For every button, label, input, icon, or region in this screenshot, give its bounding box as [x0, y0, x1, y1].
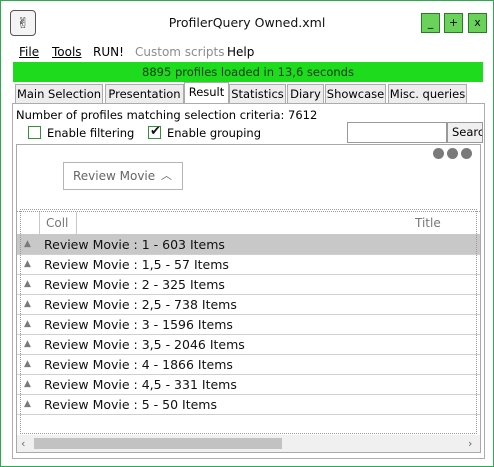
collapse-triangle-icon[interactable]: ▲	[24, 259, 31, 269]
scrollbar-thumb[interactable]	[34, 438, 282, 449]
collapse-triangle-icon[interactable]: ▲	[24, 319, 31, 329]
group-row[interactable]: ▲ Review Movie : 5 - 50 Items	[17, 395, 480, 415]
grid-header: Coll Title	[17, 211, 480, 235]
group-row-label: Review Movie : 1,5 - 57 Items	[44, 257, 229, 272]
horizontal-scrollbar[interactable]: ‹ ›	[17, 435, 480, 452]
menu-tools[interactable]: Tools	[52, 45, 82, 59]
scroll-left-icon[interactable]: ‹	[21, 437, 25, 450]
result-grid: Review Movie ︿ Coll Title ▲ Review Movie …	[16, 144, 481, 453]
tab-presentation[interactable]: Presentation	[105, 84, 184, 103]
tab-main-selection[interactable]: Main Selection	[15, 84, 103, 103]
group-chip-review-movie[interactable]: Review Movie ︿	[63, 162, 183, 190]
group-row-label: Review Movie : 2 - 325 Items	[44, 277, 225, 292]
group-row-label: Review Movie : 2,5 - 738 Items	[44, 297, 237, 312]
group-row-label: Review Movie : 4 - 1866 Items	[44, 357, 233, 372]
column-divider[interactable]	[76, 212, 77, 235]
search-input[interactable]	[347, 122, 447, 143]
more-options-icon[interactable]	[433, 148, 475, 162]
group-rows: ▲ Review Movie : 1 - 603 Items ▲ Review Mo…	[17, 235, 480, 415]
collapse-triangle-icon[interactable]: ▲	[24, 359, 31, 369]
group-row-label: Review Movie : 3 - 1596 Items	[44, 317, 233, 332]
tab-diary[interactable]: Diary	[287, 84, 324, 103]
collapse-triangle-icon[interactable]: ▲	[24, 339, 31, 349]
group-chip-label: Review Movie	[73, 169, 156, 183]
group-row[interactable]: ▲ Review Movie : 4,5 - 331 Items	[17, 375, 480, 395]
status-bar: 8895 profiles loaded in 13,6 seconds	[13, 62, 483, 82]
menu-run[interactable]: RUN!	[93, 45, 124, 59]
enable-grouping-label: Enable grouping	[167, 126, 262, 140]
group-row-label: Review Movie : 1 - 603 Items	[44, 237, 225, 252]
dot	[447, 148, 458, 159]
close-button[interactable]: x	[468, 13, 487, 33]
group-row[interactable]: ▲ Review Movie : 1,5 - 57 Items	[17, 255, 480, 275]
column-divider[interactable]	[39, 212, 40, 235]
scroll-right-icon[interactable]: ›	[468, 437, 472, 450]
search-button[interactable]: Searc	[447, 122, 483, 143]
chevron-up-icon[interactable]: ︿	[161, 163, 172, 189]
collapse-triangle-icon[interactable]: ▲	[24, 299, 31, 309]
menu-help[interactable]: Help	[227, 45, 254, 59]
group-panel: Review Movie ︿	[17, 145, 480, 209]
column-header-title[interactable]: Title	[415, 216, 441, 230]
group-row[interactable]: ▲ Review Movie : 1 - 603 Items	[17, 235, 480, 255]
window-title: ProfilerQuery Owned.xml	[168, 15, 326, 30]
checkbox-box[interactable]	[28, 126, 41, 139]
group-row[interactable]: ▲ Review Movie : 2,5 - 738 Items	[17, 295, 480, 315]
group-row[interactable]: ▲ Review Movie : 2 - 325 Items	[17, 275, 480, 295]
group-row-label: Review Movie : 4,5 - 331 Items	[44, 377, 237, 392]
enable-filtering-label: Enable filtering	[47, 126, 135, 140]
app-window: ✌ ProfilerQuery Owned.xml _ + x File Too…	[0, 0, 494, 467]
dot	[461, 148, 472, 159]
group-row-label: Review Movie : 3,5 - 2046 Items	[44, 337, 245, 352]
collapse-triangle-icon[interactable]: ▲	[24, 239, 31, 249]
match-count: Number of profiles matching selection cr…	[16, 108, 318, 122]
collapse-triangle-icon[interactable]: ▲	[24, 279, 31, 289]
title-bar: ✌ ProfilerQuery Owned.xml _ + x	[1, 1, 493, 43]
column-header-collection[interactable]: Coll	[46, 216, 76, 230]
minimize-button[interactable]: _	[421, 13, 440, 33]
group-row[interactable]: ▲ Review Movie : 4 - 1866 Items	[17, 355, 480, 375]
dot	[433, 148, 444, 159]
collapse-triangle-icon[interactable]: ▲	[24, 399, 31, 409]
tab-statistics[interactable]: Statistics	[229, 84, 286, 103]
menu-file[interactable]: File	[19, 45, 39, 59]
tab-result[interactable]: Result	[184, 82, 229, 104]
checkbox-box[interactable]: ✔	[148, 124, 161, 139]
group-row[interactable]: ▲ Review Movie : 3,5 - 2046 Items	[17, 335, 480, 355]
menu-custom-scripts[interactable]: Custom scripts	[135, 45, 224, 59]
tab-misc-queries[interactable]: Misc. queries	[388, 84, 467, 103]
check-mark-icon: ✔	[150, 124, 161, 139]
tab-strip: Main Selection Presentation Result Stati…	[15, 82, 485, 104]
maximize-button[interactable]: +	[444, 13, 463, 33]
menu-tools-label: Tools	[52, 45, 82, 59]
menu-file-label: File	[19, 45, 40, 59]
group-row[interactable]: ▲ Review Movie : 3 - 1596 Items	[17, 315, 480, 335]
group-row-label: Review Movie : 5 - 50 Items	[44, 397, 217, 412]
tab-showcase[interactable]: Showcase	[325, 84, 386, 103]
collapse-triangle-icon[interactable]: ▲	[24, 379, 31, 389]
